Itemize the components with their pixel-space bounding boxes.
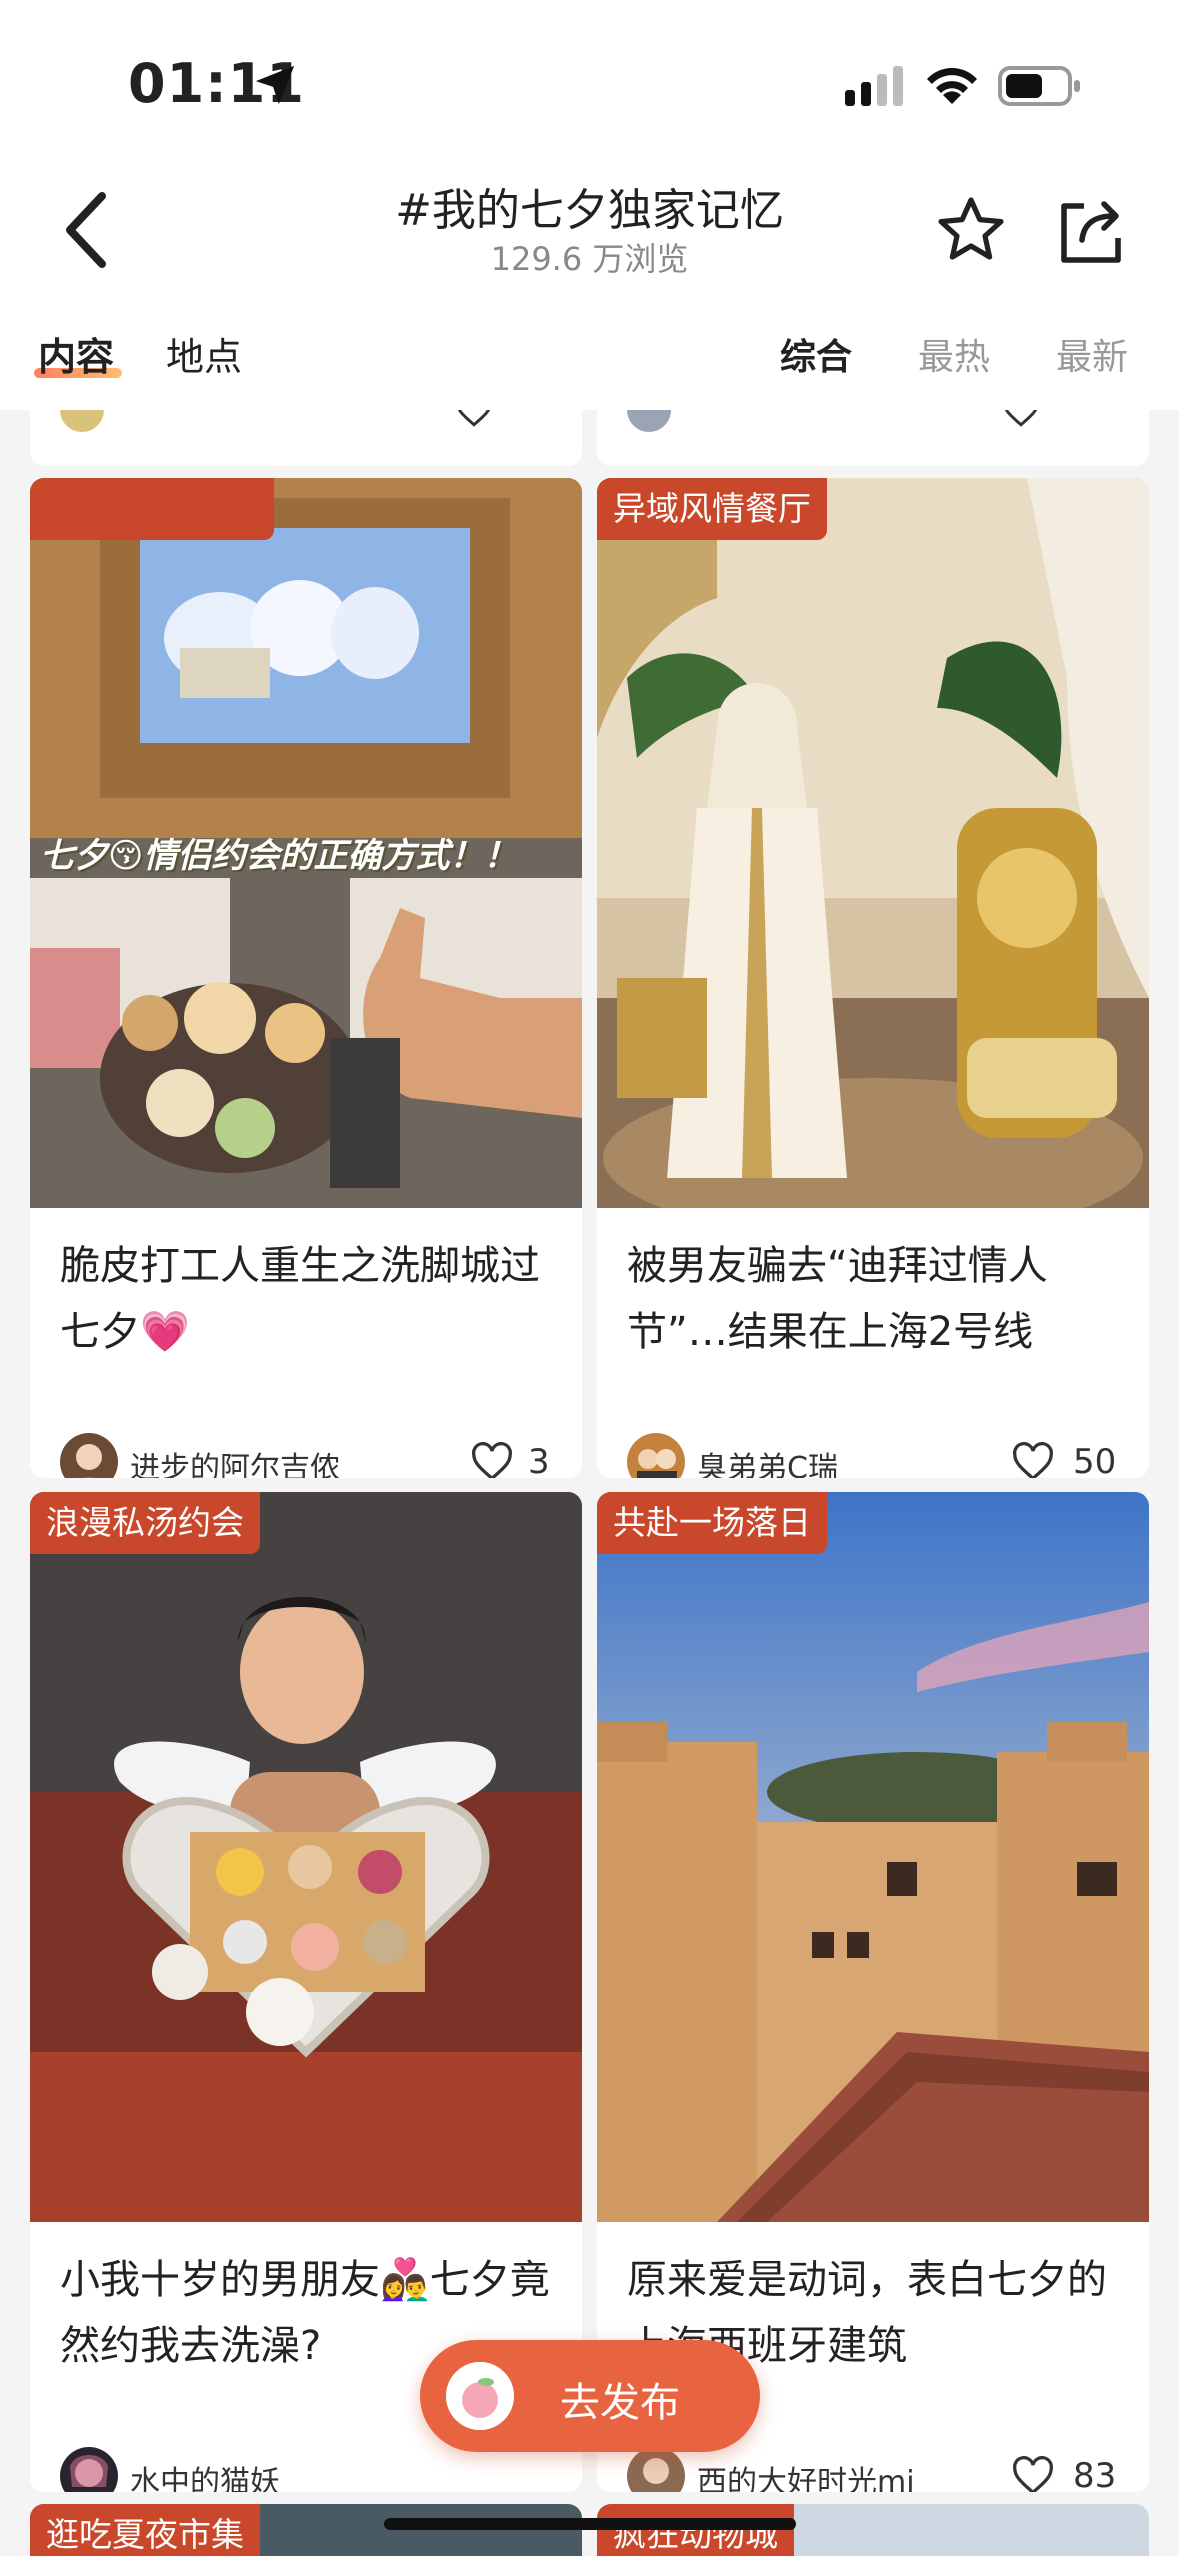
post-tag: 疯狂动物城 <box>597 2504 794 2556</box>
home-indicator[interactable] <box>384 2518 796 2530</box>
partial-card-top-right[interactable] <box>597 410 1149 466</box>
peach-icon <box>446 2362 514 2430</box>
author-avatar[interactable] <box>60 1433 118 1478</box>
like-count: 50 <box>1073 1442 1117 1478</box>
post-tag: 逛吃夏夜市集 <box>30 2504 260 2556</box>
heart-icon[interactable] <box>470 1442 514 1478</box>
partial-card-top-left[interactable] <box>30 410 582 466</box>
like-count: 83 <box>1073 2456 1117 2492</box>
post-title[interactable]: 被男友骗去“迪拜过情人节”…结果在上海2号线 <box>627 1233 1127 1365</box>
post-feed[interactable]: 七夕😚情侣约会的正确方式！！ 脆皮打工人重生之洗脚城过七夕💗 进步的阿尔吉侬 3 <box>0 410 1179 2556</box>
post-card[interactable]: 异域风情餐厅 被男友骗去“迪拜过情人节”…结果在上海2号线 臭弟弟C瑞 50 <box>597 478 1149 1478</box>
post-card[interactable]: 疯狂动物城 <box>597 2504 1149 2556</box>
post-image[interactable]: 浪漫私汤约会 <box>30 1492 582 2222</box>
hot-spring-image <box>30 1492 582 2222</box>
post-card[interactable]: 七夕😚情侣约会的正确方式！！ 脆皮打工人重生之洗脚城过七夕💗 进步的阿尔吉侬 3 <box>30 478 582 1478</box>
avatar <box>60 410 104 432</box>
sort-hottest[interactable]: 最热 <box>918 328 990 380</box>
wifi-icon <box>927 68 977 104</box>
post-image[interactable]: 异域风情餐厅 <box>597 478 1149 1208</box>
post-card[interactable]: 逛吃夏夜市集 <box>30 2504 582 2556</box>
heart-icon[interactable] <box>1011 2456 1055 2492</box>
author-name[interactable]: 水中的猫妖 <box>130 2457 280 2492</box>
tab-place[interactable]: 地点 <box>166 326 242 381</box>
post-tag: 浪漫私汤约会 <box>30 1492 260 1554</box>
topic-header: #我的七夕独家记忆 129.6 万浏览 <box>0 160 1179 290</box>
avatar <box>627 410 671 432</box>
author-name[interactable]: 西的大好时光mi <box>697 2457 915 2492</box>
post-tag: 异域风情餐厅 <box>597 478 827 540</box>
image-caption: 七夕😚情侣约会的正确方式！！ <box>40 836 518 876</box>
post-image[interactable]: 共赴一场落日 <box>597 1492 1149 2222</box>
heart-icon[interactable] <box>1011 1442 1055 1478</box>
sort-newest[interactable]: 最新 <box>1056 328 1128 380</box>
author-avatar[interactable] <box>627 1433 685 1478</box>
favorite-star-icon[interactable] <box>935 194 1007 266</box>
spanish-architecture-sunset-image <box>597 1492 1149 2222</box>
post-tag <box>30 478 274 540</box>
author-avatar[interactable] <box>60 2447 118 2492</box>
moroccan-restaurant-image <box>597 478 1149 1208</box>
share-icon[interactable] <box>1056 194 1126 266</box>
post-image[interactable]: 七夕😚情侣约会的正确方式！！ <box>30 478 582 1208</box>
tab-bar: 内容 地点 综合 最热 最新 <box>0 290 1179 410</box>
post-title[interactable]: 脆皮打工人重生之洗脚城过七夕💗 <box>60 1233 560 1365</box>
heart-icon[interactable] <box>454 410 494 428</box>
cellular-signal-icon <box>845 66 903 106</box>
author-name[interactable]: 进步的阿尔吉侬 <box>130 1443 340 1478</box>
author-avatar[interactable] <box>627 2447 685 2492</box>
publish-button[interactable]: 去发布 <box>420 2340 760 2452</box>
location-arrow-icon <box>255 65 295 105</box>
post-tag: 共赴一场落日 <box>597 1492 827 1554</box>
heart-icon[interactable] <box>1001 410 1041 428</box>
tab-content[interactable]: 内容 <box>38 326 114 381</box>
battery-icon <box>998 66 1080 106</box>
author-name[interactable]: 臭弟弟C瑞 <box>697 1443 838 1478</box>
status-bar: 01:11 <box>0 0 1179 160</box>
sort-comprehensive[interactable]: 综合 <box>780 328 852 380</box>
like-count: 3 <box>528 1442 550 1478</box>
publish-label: 去发布 <box>560 2380 680 2426</box>
